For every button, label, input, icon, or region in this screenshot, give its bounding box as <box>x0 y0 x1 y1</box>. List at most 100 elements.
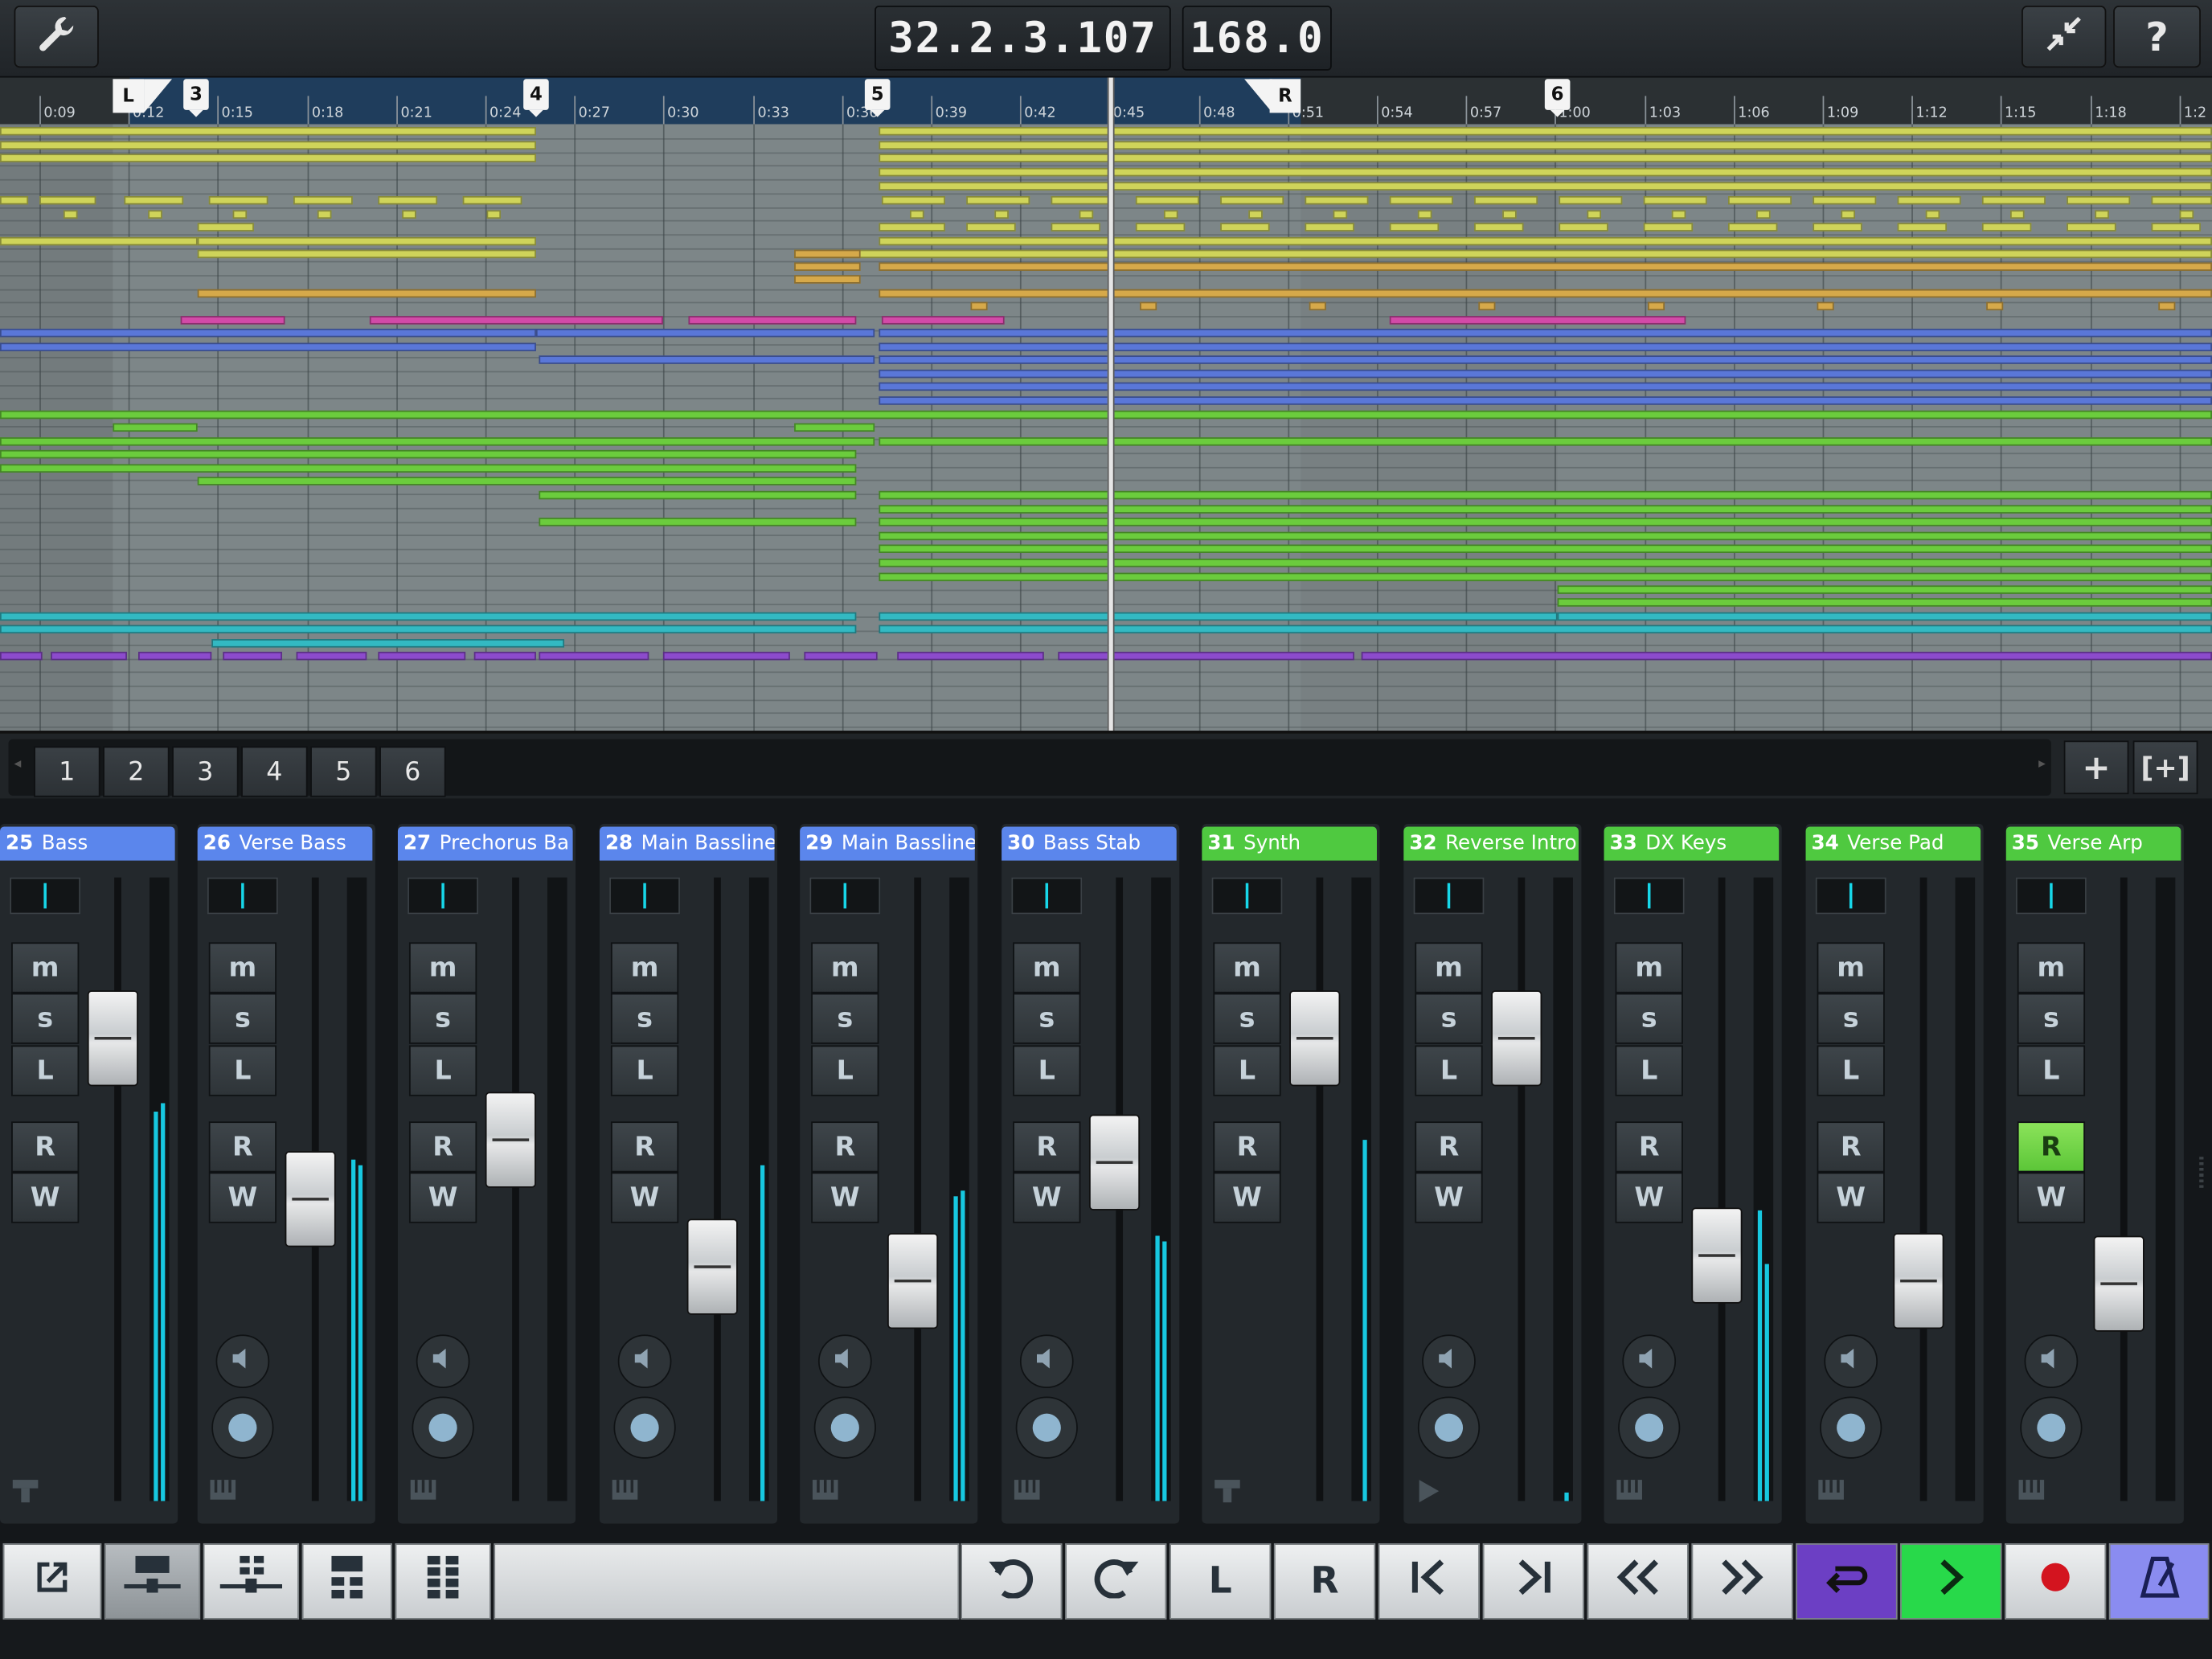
clip[interactable] <box>2010 210 2025 219</box>
metronome-button[interactable] <box>2108 1543 2210 1620</box>
clip[interactable] <box>966 195 1030 205</box>
right-locator-flag[interactable]: R <box>1269 79 1301 113</box>
locate-left-button[interactable]: L <box>1169 1543 1272 1620</box>
clip[interactable] <box>296 651 367 661</box>
tab-2[interactable]: 2 <box>103 746 170 797</box>
listen-button[interactable]: L <box>11 1045 80 1096</box>
clip[interactable] <box>879 223 945 231</box>
clip[interactable] <box>1478 301 1496 311</box>
clip[interactable] <box>402 210 416 219</box>
clip[interactable] <box>1897 223 1948 231</box>
pan-control[interactable] <box>1413 877 1485 915</box>
clip[interactable] <box>879 262 2212 271</box>
clip[interactable] <box>1135 223 1186 231</box>
listen-button[interactable]: L <box>1213 1045 1281 1096</box>
clip[interactable] <box>211 639 565 648</box>
clip[interactable] <box>1587 210 1602 219</box>
clip[interactable] <box>0 625 857 634</box>
listen-button[interactable]: L <box>1415 1045 1483 1096</box>
clip[interactable] <box>197 249 536 259</box>
playhead[interactable] <box>1107 77 1115 731</box>
clip[interactable] <box>879 612 1558 621</box>
clip[interactable] <box>197 236 536 246</box>
clip[interactable] <box>378 195 438 205</box>
clip[interactable] <box>970 301 988 311</box>
listen-button[interactable]: L <box>1013 1045 1081 1096</box>
solo-button[interactable]: s <box>11 993 80 1044</box>
channel-name-header[interactable]: 30 Bass Stab <box>1002 826 1177 861</box>
left-locator-flag[interactable]: L <box>113 79 145 113</box>
solo-button[interactable]: s <box>1213 993 1281 1044</box>
clip[interactable] <box>879 182 2212 190</box>
volume-fader[interactable] <box>1691 1207 1743 1304</box>
pan-control[interactable] <box>1613 877 1685 915</box>
read-automation-button[interactable]: R <box>610 1121 679 1173</box>
write-automation-button[interactable]: W <box>1615 1172 1683 1223</box>
clip[interactable] <box>879 289 2212 298</box>
solo-button[interactable]: s <box>610 993 679 1044</box>
export-button[interactable] <box>2 1543 102 1620</box>
clip[interactable] <box>1925 210 1940 219</box>
pan-control[interactable] <box>1211 877 1283 915</box>
clip[interactable] <box>1248 210 1263 219</box>
clip[interactable] <box>1135 195 1199 205</box>
view-arrange-button[interactable] <box>301 1543 392 1620</box>
clip[interactable] <box>1309 301 1326 311</box>
pan-control[interactable] <box>1815 877 1886 915</box>
resize-grip[interactable] <box>2199 1157 2204 1188</box>
go-to-start-button[interactable] <box>1378 1543 1481 1620</box>
clip[interactable] <box>994 210 1009 219</box>
read-automation-button[interactable]: R <box>208 1121 276 1173</box>
pan-control[interactable] <box>10 877 81 915</box>
clip[interactable] <box>0 342 536 352</box>
clip[interactable] <box>0 328 536 338</box>
solo-button[interactable]: s <box>1817 993 1885 1044</box>
clip[interactable] <box>0 195 29 205</box>
locate-right-button[interactable]: R <box>1273 1543 1376 1620</box>
mute-button[interactable]: m <box>1213 942 1281 993</box>
listen-button[interactable]: L <box>2017 1045 2086 1096</box>
clip[interactable] <box>897 651 1044 661</box>
write-automation-button[interactable]: W <box>2017 1172 2086 1223</box>
rewind-button[interactable] <box>1587 1543 1689 1620</box>
clip[interactable] <box>1163 210 1178 219</box>
clip[interactable] <box>1559 195 1623 205</box>
clip[interactable] <box>1051 223 1100 231</box>
clip[interactable] <box>879 141 2212 150</box>
fast-forward-button[interactable] <box>1691 1543 1793 1620</box>
clip[interactable] <box>0 410 2212 420</box>
mute-button[interactable]: m <box>1013 942 1081 993</box>
pan-control[interactable] <box>609 877 680 915</box>
clip[interactable] <box>794 275 861 284</box>
listen-button[interactable]: L <box>1817 1045 1885 1096</box>
clip[interactable] <box>539 518 857 526</box>
clip[interactable] <box>2095 210 2109 219</box>
clip[interactable] <box>1671 210 1686 219</box>
marker-3[interactable]: 3 <box>183 79 209 117</box>
clip[interactable] <box>1813 223 1862 231</box>
clip[interactable] <box>138 651 212 661</box>
clip[interactable] <box>369 316 663 325</box>
monitor-button[interactable] <box>817 1334 872 1389</box>
listen-button[interactable]: L <box>408 1045 477 1096</box>
clip[interactable] <box>180 316 285 325</box>
pan-control[interactable] <box>1011 877 1083 915</box>
tab-5[interactable]: 5 <box>310 746 377 797</box>
add-folder-button[interactable]: [+] <box>2132 740 2198 795</box>
clip[interactable] <box>293 195 353 205</box>
read-automation-button[interactable]: R <box>11 1121 80 1173</box>
clip[interactable] <box>879 369 2212 379</box>
clip[interactable] <box>2151 195 2212 205</box>
record-arm-button[interactable] <box>412 1396 474 1459</box>
channel-name-header[interactable]: 34 Verse Pad <box>1805 826 1981 861</box>
clip[interactable] <box>1728 223 1778 231</box>
clip[interactable] <box>1502 210 1517 219</box>
arrange-view[interactable] <box>0 124 2212 731</box>
clip[interactable] <box>1817 301 1834 311</box>
channel-name-header[interactable]: 35 Verse Arp <box>2005 826 2181 861</box>
read-automation-button[interactable]: R <box>1615 1121 1683 1173</box>
clip[interactable] <box>910 210 924 219</box>
clip[interactable] <box>1220 195 1284 205</box>
clip[interactable] <box>1981 195 2046 205</box>
clip[interactable] <box>1728 195 1792 205</box>
